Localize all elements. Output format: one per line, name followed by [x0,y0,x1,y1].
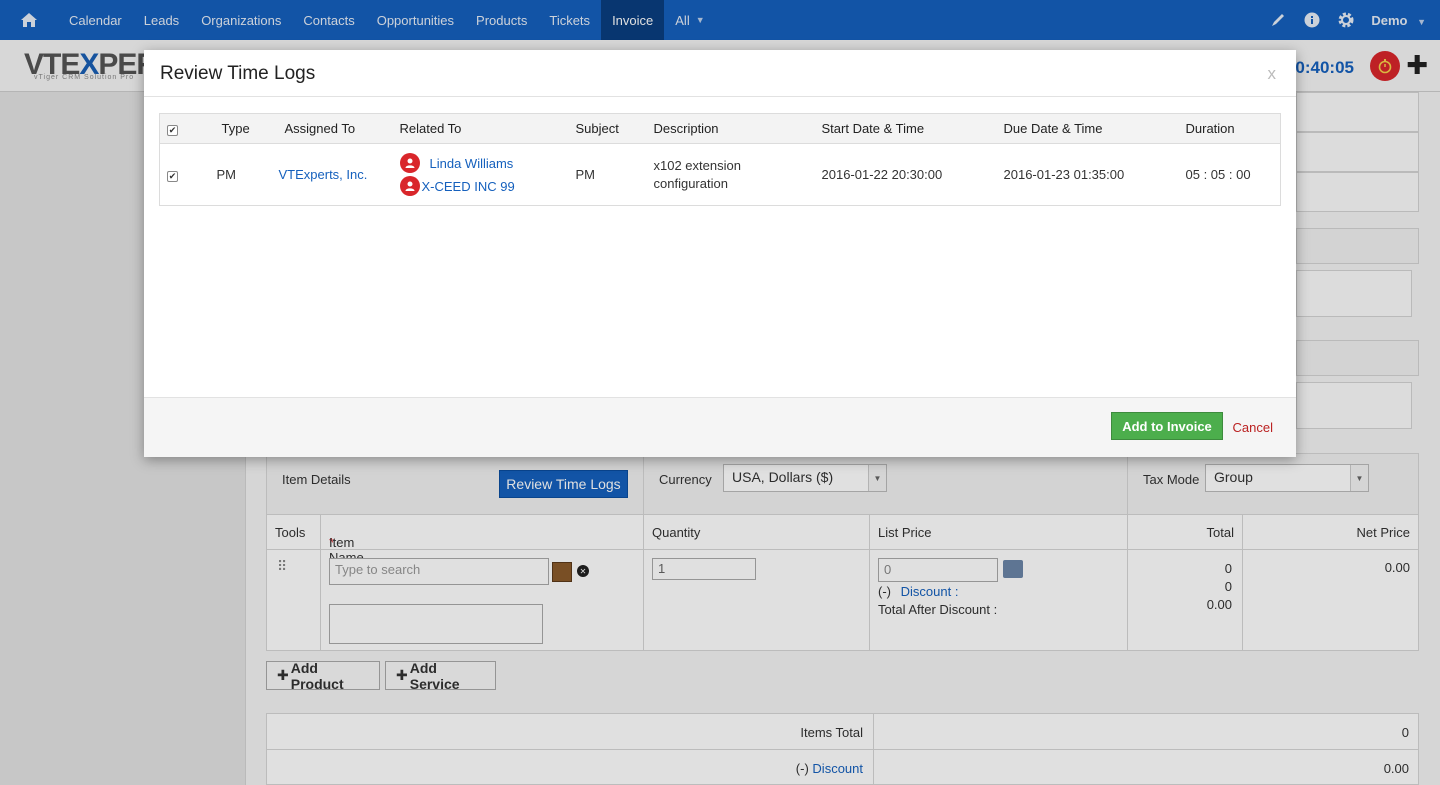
col-related-to: Related To [391,113,568,144]
user-icon [399,176,420,196]
close-icon[interactable]: x [1268,64,1277,84]
col-due-date: Due Date & Time [995,113,1178,144]
col-type: Type [199,113,277,144]
col-duration: Duration [1177,113,1281,144]
modal-title: Review Time Logs [160,63,316,84]
cell-duration: 05 : 05 : 00 [1185,167,1251,182]
col-description: Description [645,113,814,144]
col-subject: Subject [567,113,646,144]
modal-body: ✔ Type Assigned To Related To Subject De… [144,97,1296,397]
cell-assigned-to: VTExperts, Inc. [277,144,392,206]
cell-description: x102 extension configuration [653,157,741,191]
table-row: ✔ PM VTExperts, Inc. Linda Williams X-CE… [160,144,1281,206]
cell-subject: PM [575,167,596,182]
select-all-cell: ✔ [159,113,200,144]
assigned-to-link[interactable]: VTExperts, Inc. [279,167,368,182]
modal-header: Review Time Logs x [144,50,1296,97]
review-time-logs-modal: Review Time Logs x ✔ Type Assigned To Re… [144,50,1296,457]
cell-due-date: 2016-01-23 01:35:00 [1003,167,1125,182]
cell-type: PM [216,167,237,182]
row-checkbox[interactable]: ✔ [167,171,178,182]
table-header-row: ✔ Type Assigned To Related To Subject De… [159,113,1281,144]
user-icon [399,153,420,173]
related-contact: Linda Williams [399,153,560,173]
time-logs-table: ✔ Type Assigned To Related To Subject De… [159,113,1281,206]
related-organization-link[interactable]: X-CEED INC 99 [422,179,515,194]
col-assigned-to: Assigned To [276,113,392,144]
select-all-checkbox[interactable]: ✔ [167,125,178,136]
related-organization: X-CEED INC 99 [399,176,560,196]
cell-start-date: 2016-01-22 20:30:00 [821,167,943,182]
modal-footer: Add to Invoice Cancel [144,397,1296,457]
add-to-invoice-button[interactable]: Add to Invoice [1111,412,1223,440]
col-start-date: Start Date & Time [813,113,996,144]
cancel-link[interactable]: Cancel [1233,420,1273,435]
cell-related-to: Linda Williams X-CEED INC 99 [392,144,568,206]
related-contact-link[interactable]: Linda Williams [430,156,514,171]
row-select-cell: ✔ [160,144,200,206]
